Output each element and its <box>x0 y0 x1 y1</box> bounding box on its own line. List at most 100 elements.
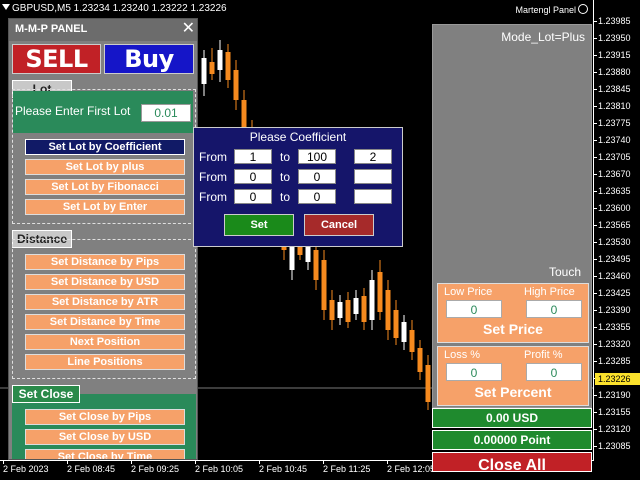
mode-lot-label: Mode_Lot=Plus <box>501 30 585 44</box>
candle-body <box>353 298 359 314</box>
coefficient-dialog-title: Please Coefficient <box>249 130 347 144</box>
price-tick <box>593 157 597 158</box>
coef-input-3[interactable] <box>354 189 392 204</box>
next-position-button[interactable]: Next Position <box>25 334 185 350</box>
time-label: 2 Feb 11:25 <box>323 464 371 474</box>
from-input-2[interactable]: 0 <box>234 169 272 184</box>
candle-body <box>225 52 231 80</box>
candle-body <box>313 250 319 280</box>
close-all-button[interactable]: Close All <box>432 452 592 472</box>
loss-percent-input[interactable]: 0 <box>446 363 502 381</box>
set-distance-by-usd-button[interactable]: Set Distance by USD <box>25 274 185 290</box>
candle-body <box>201 58 207 84</box>
set-price-button[interactable]: Set Price <box>438 321 588 337</box>
set-distance-by-time-button[interactable]: Set Distance by Time <box>25 314 185 330</box>
usd-value-display: 0.00 USD <box>432 408 592 428</box>
price-label: 1.23985 <box>598 16 631 26</box>
coefficient-dialog: Please Coefficient From 1 to 100 2 From … <box>193 127 403 247</box>
set-close-by-time-button[interactable]: Set Close by Time <box>25 449 185 459</box>
price-label: 1.23530 <box>598 237 631 247</box>
time-label: 2 Feb 09:25 <box>131 464 180 474</box>
low-price-input[interactable]: 0 <box>446 300 502 318</box>
from-label: From <box>199 150 227 164</box>
price-label: 1.23880 <box>598 67 631 77</box>
high-price-label: High Price <box>524 286 575 298</box>
candle-body <box>233 70 239 100</box>
price-label: 1.23845 <box>598 84 631 94</box>
loss-percent-label: Loss % <box>444 349 481 361</box>
line-positions-button[interactable]: Line Positions <box>25 354 185 370</box>
profit-percent-input[interactable]: 0 <box>526 363 582 381</box>
cancel-button[interactable]: Cancel <box>304 214 374 236</box>
candle-body <box>369 280 375 320</box>
set-percent-button[interactable]: Set Percent <box>438 384 588 400</box>
from-label: From <box>199 170 227 184</box>
current-price-label: 1.23226 <box>595 373 640 385</box>
to-label: to <box>280 150 291 164</box>
to-input-3[interactable]: 0 <box>298 189 336 204</box>
high-price-input[interactable]: 0 <box>526 300 582 318</box>
price-tick <box>593 106 597 107</box>
panel-header[interactable]: M-M-P PANEL ✕ <box>9 19 197 41</box>
set-distance-by-pips-button[interactable]: Set Distance by Pips <box>25 254 185 270</box>
set-lot-by-fibonacci-button[interactable]: Set Lot by Fibonacci <box>25 179 185 195</box>
candle-body <box>329 300 335 320</box>
time-label: 2 Feb 10:05 <box>195 464 244 474</box>
candle-body <box>217 50 223 70</box>
set-distance-by-atr-button[interactable]: Set Distance by ATR <box>25 294 185 310</box>
set-lot-by-enter-button[interactable]: Set Lot by Enter <box>25 199 185 215</box>
set-lot-by-plus-button[interactable]: Set Lot by plus <box>25 159 185 175</box>
symbol-info: GBPUSD,M5 1.23234 1.23240 1.23222 1.2322… <box>0 0 596 16</box>
right-panel: Mode_Lot=Plus Touch Low Price High Price… <box>432 24 592 408</box>
first-lot-label: Please Enter First Lot <box>15 104 131 118</box>
price-tick <box>593 140 597 141</box>
price-tick <box>593 310 597 311</box>
price-label: 1.23460 <box>598 271 631 281</box>
price-tick <box>593 446 597 447</box>
time-label: 2 Feb 12:05 <box>387 464 436 474</box>
close-icon[interactable]: ✕ <box>182 21 195 37</box>
price-tick <box>593 276 597 277</box>
ea-label: Martengl Panel <box>515 4 588 15</box>
price-label: 1.23635 <box>598 186 631 196</box>
time-label: 2 Feb 10:45 <box>259 464 308 474</box>
price-label: 1.23705 <box>598 152 631 162</box>
price-tick <box>593 293 597 294</box>
price-label: 1.23740 <box>598 135 631 145</box>
to-input-1[interactable]: 100 <box>298 149 336 164</box>
buy-button[interactable]: Buy <box>104 44 194 74</box>
from-input-1[interactable]: 1 <box>234 149 272 164</box>
first-lot-input[interactable]: 0.01 <box>141 104 191 122</box>
profit-percent-label: Profit % <box>524 349 563 361</box>
candle-body <box>209 62 215 74</box>
price-label: 1.23600 <box>598 203 631 213</box>
price-label: 1.23775 <box>598 118 631 128</box>
smiley-icon <box>578 4 588 14</box>
sell-button[interactable]: SELL <box>12 44 101 74</box>
price-label: 1.23495 <box>598 254 631 264</box>
price-label: 1.23085 <box>598 441 631 451</box>
set-close-by-usd-button[interactable]: Set Close by USD <box>25 429 185 445</box>
candle-body <box>337 302 343 318</box>
set-lot-by-coefficient-button[interactable]: Set Lot by Coefficient <box>25 139 185 155</box>
set-button[interactable]: Set <box>224 214 294 236</box>
coef-input-1[interactable]: 2 <box>354 149 392 164</box>
coef-input-2[interactable] <box>354 169 392 184</box>
set-price-box: Low Price High Price 0 0 Set Price <box>437 283 589 343</box>
first-lot-row: Please Enter First Lot 0.01 <box>13 91 193 133</box>
price-label: 1.23285 <box>598 356 631 366</box>
from-label: From <box>199 190 227 204</box>
candle-body <box>345 300 351 322</box>
tab-set-close[interactable]: Set Close <box>12 385 80 403</box>
set-close-by-pips-button[interactable]: Set Close by Pips <box>25 409 185 425</box>
to-label: to <box>280 170 291 184</box>
price-label: 1.23915 <box>598 50 631 60</box>
price-tick <box>593 72 597 73</box>
to-input-2[interactable]: 0 <box>298 169 336 184</box>
touch-label: Touch <box>548 265 581 279</box>
from-input-3[interactable]: 0 <box>234 189 272 204</box>
price-label: 1.23950 <box>598 33 631 43</box>
panel-title: M-M-P PANEL <box>15 23 88 35</box>
price-label: 1.23390 <box>598 305 631 315</box>
price-tick <box>593 412 597 413</box>
